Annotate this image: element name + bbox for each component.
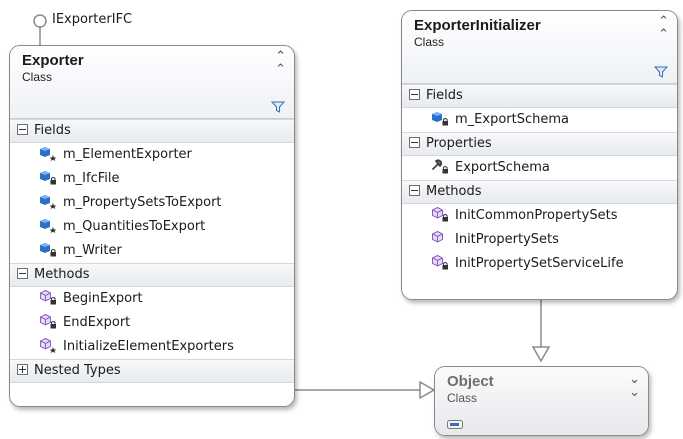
method-item[interactable]: InitPropertySets — [402, 228, 677, 252]
field-item[interactable]: m_PropertySetsToExport — [10, 191, 294, 215]
exporter-methods-header[interactable]: Methods — [10, 263, 294, 287]
object-header[interactable]: Object Class ⌄ ⌄ — [435, 367, 648, 435]
collapse-toggle-icon[interactable] — [17, 124, 28, 135]
method-item[interactable]: InitCommonPropertySets — [402, 204, 677, 228]
interface-label: IExporterIFC — [52, 12, 133, 27]
field-protected-icon — [40, 147, 57, 161]
expand-toggle-icon[interactable] — [17, 364, 28, 375]
section-label: Fields — [34, 123, 71, 138]
exporter-initializer-class-box[interactable]: ExporterInitializer Class ⌃ ⌃ Fields m_Ex… — [401, 10, 678, 300]
collapse-icon[interactable]: ⌃ ⌃ — [658, 15, 669, 41]
method-private-icon — [40, 289, 56, 305]
field-private-icon — [40, 243, 56, 257]
collapse-toggle-icon[interactable] — [409, 89, 420, 100]
method-name: InitPropertySetServiceLife — [455, 256, 624, 271]
method-name: InitCommonPropertySets — [455, 208, 618, 223]
method-private-icon — [40, 313, 56, 329]
filter-icon[interactable] — [654, 66, 668, 78]
field-name: m_PropertySetsToExport — [63, 195, 222, 210]
initializer-fields-header[interactable]: Fields — [402, 84, 677, 108]
exporter-inheritance-arrowhead — [419, 380, 436, 400]
object-kind: Class — [447, 391, 478, 405]
method-item[interactable]: BeginExport — [10, 287, 294, 311]
exporter-header[interactable]: Exporter Class ⌃ ⌃ — [10, 46, 294, 119]
property-name: ExportSchema — [455, 160, 550, 175]
method-private-icon — [432, 206, 448, 222]
filter-icon[interactable] — [271, 101, 285, 113]
exporter-fields-list: m_ElementExporter m_IfcFile m_PropertySe… — [10, 143, 294, 263]
method-name: BeginExport — [63, 291, 143, 306]
exporter-kind: Class — [22, 70, 53, 84]
field-name: m_ElementExporter — [63, 147, 192, 162]
exporter-title: Exporter — [22, 52, 84, 69]
initializer-kind: Class — [414, 35, 445, 49]
field-private-icon — [40, 171, 56, 185]
exporter-nested-types-header[interactable]: Nested Types — [10, 359, 294, 383]
field-protected-icon — [40, 219, 57, 233]
initializer-methods-header[interactable]: Methods — [402, 180, 677, 204]
field-private-icon — [432, 112, 448, 126]
object-class-box[interactable]: Object Class ⌄ ⌄ — [434, 366, 649, 436]
method-public-icon — [432, 230, 443, 243]
initializer-methods-list: InitCommonPropertySets InitPropertySets … — [402, 204, 677, 276]
field-item[interactable]: m_ExportSchema — [402, 108, 677, 132]
method-name: InitializeElementExporters — [63, 339, 234, 354]
section-label: Methods — [34, 267, 90, 282]
collapse-toggle-icon[interactable] — [409, 185, 420, 196]
field-name: m_QuantitiesToExport — [63, 219, 206, 234]
section-label: Properties — [426, 136, 492, 151]
expand-icon[interactable]: ⌄ ⌄ — [629, 373, 640, 399]
field-item[interactable]: m_IfcFile — [10, 167, 294, 191]
object-title: Object — [447, 373, 494, 390]
collapse-toggle-icon[interactable] — [17, 268, 28, 279]
interface-lollipop-circle — [33, 14, 47, 28]
method-name: EndExport — [63, 315, 131, 330]
property-private-icon — [432, 159, 448, 174]
exporter-class-box[interactable]: Exporter Class ⌃ ⌃ Fields m_ElementExport… — [9, 45, 295, 407]
section-label: Methods — [426, 184, 482, 199]
class-shape-icon — [447, 420, 463, 429]
method-item[interactable]: InitializeElementExporters — [10, 335, 294, 359]
method-name: InitPropertySets — [455, 232, 559, 247]
field-item[interactable]: m_QuantitiesToExport — [10, 215, 294, 239]
initializer-properties-header[interactable]: Properties — [402, 132, 677, 156]
field-protected-icon — [40, 195, 57, 209]
method-item[interactable]: InitPropertySetServiceLife — [402, 252, 677, 276]
property-item[interactable]: ExportSchema — [402, 156, 677, 180]
exporter-fields-header[interactable]: Fields — [10, 119, 294, 143]
method-private-icon — [432, 254, 448, 270]
section-label: Nested Types — [34, 363, 121, 378]
exporter-methods-list: BeginExport EndExport InitializeElementE… — [10, 287, 294, 359]
section-label: Fields — [426, 88, 463, 103]
field-name: m_ExportSchema — [455, 112, 569, 127]
field-item[interactable]: m_ElementExporter — [10, 143, 294, 167]
initializer-title: ExporterInitializer — [414, 17, 541, 34]
method-item[interactable]: EndExport — [10, 311, 294, 335]
field-name: m_Writer — [63, 243, 122, 258]
initializer-inheritance-arrowhead — [531, 346, 551, 363]
method-protected-icon — [40, 337, 57, 353]
initializer-header[interactable]: ExporterInitializer Class ⌃ ⌃ — [402, 11, 677, 84]
field-item[interactable]: m_Writer — [10, 239, 294, 263]
collapse-icon[interactable]: ⌃ ⌃ — [275, 50, 286, 76]
field-name: m_IfcFile — [63, 171, 120, 186]
collapse-toggle-icon[interactable] — [409, 137, 420, 148]
